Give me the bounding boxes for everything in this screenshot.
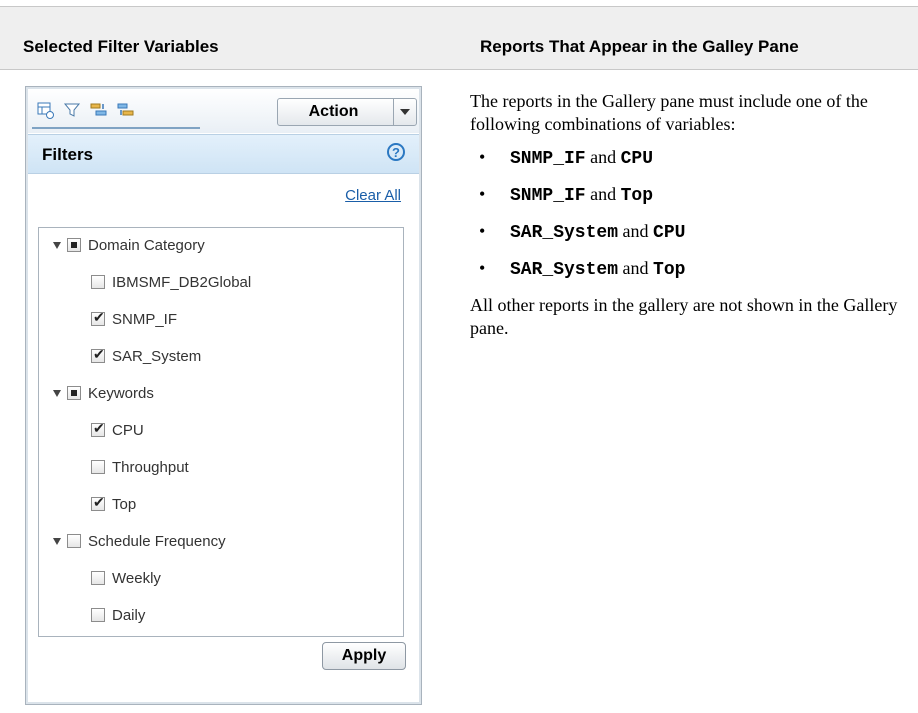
action-button-label: Action: [308, 103, 359, 120]
item-checkbox[interactable]: [91, 275, 105, 289]
reports-description: The reports in the Gallery pane must inc…: [470, 90, 910, 340]
variable-a: SNMP_IF: [510, 149, 586, 169]
bullet-icon: •: [479, 147, 486, 167]
item-checkbox[interactable]: [91, 346, 105, 363]
tree-item-row[interactable]: SNMP_IF: [91, 308, 177, 330]
toolbar-icons: [36, 97, 135, 123]
group-checkbox[interactable]: [67, 386, 81, 400]
variable-b: Top: [620, 186, 654, 206]
variable-b: CPU: [653, 223, 686, 243]
help-icon[interactable]: ?: [387, 143, 405, 161]
filter-icon[interactable]: [63, 101, 81, 119]
action-dropdown-toggle[interactable]: [393, 99, 416, 125]
variable-b: Top: [653, 260, 686, 280]
group-checkbox[interactable]: [67, 238, 81, 252]
outro-paragraph: All other reports in the gallery are not…: [470, 295, 898, 338]
bullet-icon: •: [479, 258, 486, 278]
table-header-rule: [0, 69, 918, 70]
expand-triangle-icon[interactable]: [53, 389, 61, 397]
combination-list: • SNMP_IF and CPU • SNMP_IF and Top • SAR_Sys…: [470, 146, 910, 294]
intro-paragraph: The reports in the Gallery pane must inc…: [470, 91, 868, 134]
apply-button[interactable]: Apply: [322, 642, 406, 670]
item-checkbox[interactable]: [91, 608, 105, 622]
item-checkbox[interactable]: [91, 460, 105, 474]
column-header-reports: Reports That Appear in the Galley Pane: [480, 37, 799, 56]
tree-group-label: Schedule Frequency: [88, 532, 226, 550]
item-checkbox[interactable]: [91, 420, 105, 437]
action-menu-button[interactable]: Action: [277, 98, 417, 126]
joiner: and: [585, 147, 621, 167]
data-source-icon[interactable]: [36, 101, 54, 119]
tree-item-row[interactable]: IBMSMF_DB2Global: [91, 271, 251, 293]
filters-header: Filters ?: [28, 134, 419, 174]
combination-item: • SAR_System and Top: [470, 257, 910, 294]
table-header-row: Selected Filter Variables Reports That A…: [0, 7, 918, 69]
column-header-filter-variables: Selected Filter Variables: [23, 37, 219, 56]
joiner: and: [585, 184, 621, 204]
tree-item-row[interactable]: CPU: [91, 419, 144, 441]
variable-a: SAR_System: [510, 223, 619, 243]
tree-item-label: Daily: [112, 606, 146, 624]
expand-triangle-icon[interactable]: [53, 241, 61, 249]
tree-item-label: SNMP_IF: [112, 310, 178, 328]
joiner: and: [618, 221, 654, 241]
tree-item-row[interactable]: SAR_System: [91, 345, 201, 367]
item-checkbox[interactable]: [91, 309, 105, 326]
panel-toolbar: Action: [28, 89, 419, 133]
tree-item-row[interactable]: Weekly: [91, 567, 161, 589]
sort-descending-icon[interactable]: [117, 101, 135, 119]
clear-all-link[interactable]: Clear All: [345, 187, 401, 204]
variable-a: SNMP_IF: [510, 186, 586, 206]
combination-item: • SNMP_IF and CPU: [470, 146, 910, 183]
bullet-icon: •: [479, 221, 486, 241]
active-tab-indicator: [32, 127, 200, 129]
tree-item-label: Top: [112, 495, 137, 513]
tree-item-label: SAR_System: [112, 347, 202, 365]
tree-item-label: Throughput: [112, 458, 189, 476]
tree-group-label: Keywords: [88, 384, 154, 402]
combination-item: • SNMP_IF and Top: [470, 183, 910, 220]
tree-item-label: IBMSMF_DB2Global: [112, 273, 252, 291]
bullet-icon: •: [479, 184, 486, 204]
tree-item-row[interactable]: Throughput: [91, 456, 189, 478]
chevron-down-icon: [400, 109, 410, 115]
variable-b: CPU: [620, 149, 654, 169]
tree-item-row[interactable]: Daily: [91, 604, 145, 626]
expand-triangle-icon[interactable]: [53, 537, 61, 545]
tree-group-row[interactable]: Keywords: [53, 382, 154, 404]
group-checkbox[interactable]: [67, 534, 81, 548]
tree-group-row[interactable]: Domain Category: [53, 234, 205, 256]
item-checkbox[interactable]: [91, 571, 105, 585]
filters-title: Filters: [42, 145, 94, 164]
tree-item-label: CPU: [112, 421, 144, 439]
sort-ascending-icon[interactable]: [90, 101, 108, 119]
tree-group-label: Domain Category: [88, 236, 205, 254]
filter-tree: Domain Category IBMSMF_DB2Global SNMP_IF SA…: [38, 227, 404, 637]
tree-item-label: Weekly: [112, 569, 161, 587]
tree-item-row[interactable]: Top: [91, 493, 136, 515]
joiner: and: [618, 258, 654, 278]
combination-item: • SAR_System and CPU: [470, 220, 910, 257]
item-checkbox[interactable]: [91, 494, 105, 511]
tree-group-row[interactable]: Schedule Frequency: [53, 530, 226, 552]
filters-panel: Action Filters ? Clear All Domain Catego…: [25, 86, 422, 705]
variable-a: SAR_System: [510, 260, 619, 280]
